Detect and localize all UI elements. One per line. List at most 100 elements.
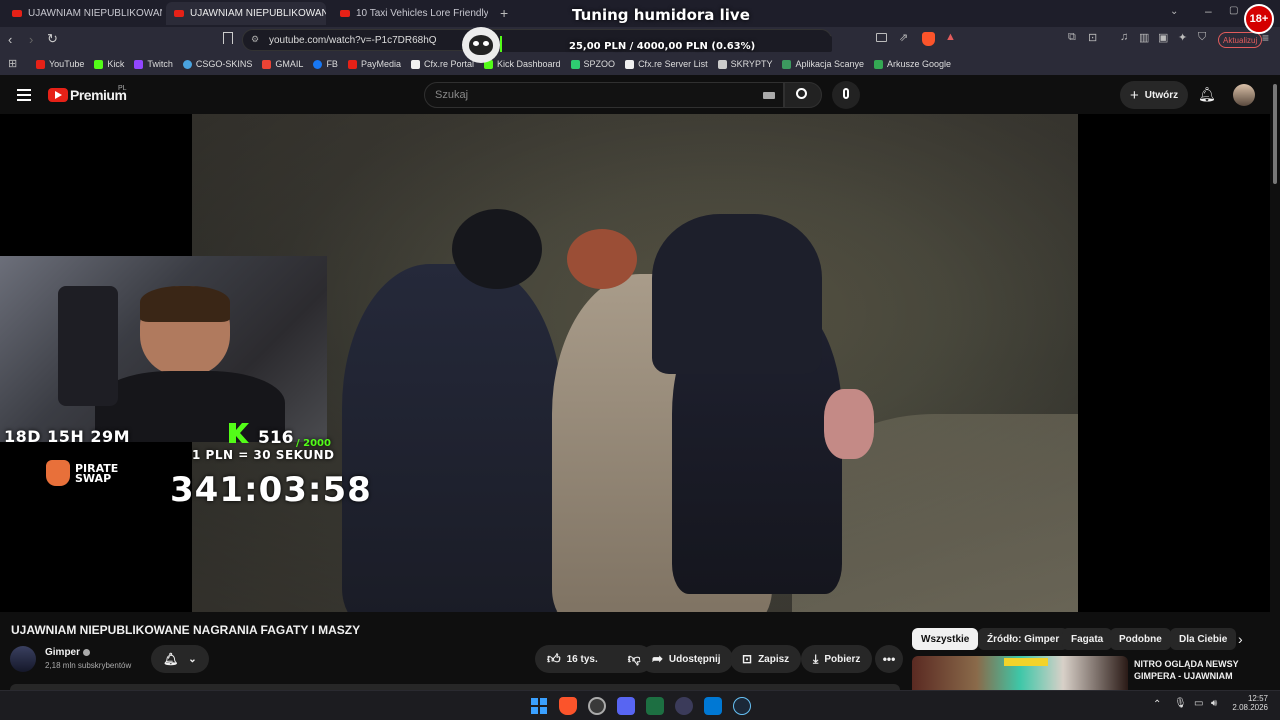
tab-label: UJAWNIAM NIEPUBLIKOWANE NAGR bbox=[28, 8, 162, 19]
stream-title: Tuning humidora live bbox=[572, 6, 750, 24]
bookmark-kick-dashboard[interactable]: Kick Dashboard bbox=[484, 59, 561, 69]
avatar[interactable] bbox=[1233, 84, 1255, 106]
share-button[interactable]: ➦ Udostępnij bbox=[640, 645, 733, 673]
sheets-icon bbox=[874, 59, 883, 69]
bookmark-cfx-server-list[interactable]: Cfx.re Server List bbox=[625, 59, 708, 69]
subathon-time-remaining: 18D 15H 29M bbox=[4, 427, 131, 446]
chevron-right-icon[interactable]: › bbox=[1238, 631, 1243, 647]
chip-fagata[interactable]: Fagata bbox=[1062, 628, 1113, 650]
page-scrollbar[interactable] bbox=[1270, 76, 1280, 690]
bookmark-spzoo[interactable]: SPZOO bbox=[570, 59, 615, 69]
music-icon[interactable]: ♫ bbox=[1120, 31, 1128, 43]
vpn-icon[interactable]: ⛉ bbox=[1198, 31, 1206, 44]
subscribed-button[interactable]: 🔔︎ ⌄ bbox=[151, 645, 209, 673]
recommended-video-thumbnail[interactable] bbox=[912, 656, 1128, 690]
monkey-logo-icon bbox=[462, 27, 500, 63]
tray-volume-icon[interactable]: 🔊︎ bbox=[1211, 698, 1217, 709]
chip-similar[interactable]: Podobne bbox=[1110, 628, 1171, 650]
bookmark-aplikacja-scanye[interactable]: Aplikacja Scanye bbox=[782, 59, 864, 69]
discord-icon[interactable] bbox=[617, 697, 635, 715]
brave-shield-icon[interactable] bbox=[922, 32, 935, 46]
search-button[interactable] bbox=[784, 82, 822, 108]
chrome-icon[interactable] bbox=[588, 697, 606, 715]
cast-icon[interactable] bbox=[876, 33, 887, 42]
chip-source-gimper[interactable]: Źródło: Gimper bbox=[978, 628, 1069, 650]
more-actions-button[interactable]: ••• bbox=[875, 645, 903, 673]
reload-icon[interactable]: ↻ bbox=[47, 31, 58, 47]
site-info-icon[interactable]: ⚙ bbox=[251, 34, 259, 45]
download-button[interactable]: ⤓ Pobierz bbox=[801, 645, 873, 673]
share-icon[interactable]: ⇗ bbox=[899, 31, 908, 44]
steam-icon[interactable] bbox=[733, 697, 751, 715]
bookmark-twitch[interactable]: Twitch bbox=[134, 59, 173, 69]
maximize-icon[interactable]: ▢ bbox=[1229, 5, 1238, 16]
back-icon[interactable]: ‹ bbox=[8, 32, 12, 47]
tab-2-active[interactable]: UJAWNIAM NIEPUBLIKOWANE N ✕ bbox=[166, 2, 326, 25]
chevron-down-icon[interactable]: ⌄ bbox=[1170, 6, 1178, 17]
minimize-icon[interactable]: – bbox=[1205, 4, 1212, 18]
clock-date: 2.08.2026 bbox=[1232, 703, 1268, 712]
bookmark-fb[interactable]: FB bbox=[313, 59, 338, 69]
taskbar-clock[interactable]: 12:57 2.08.2026 bbox=[1232, 694, 1268, 712]
excel-icon[interactable] bbox=[646, 697, 664, 715]
sidebar-icon[interactable]: ▥ bbox=[1139, 31, 1149, 44]
channel-avatar[interactable] bbox=[10, 646, 36, 672]
bookmark-gmail[interactable]: GMAIL bbox=[262, 59, 303, 69]
tray-overflow-icon[interactable]: ⌃ bbox=[1153, 699, 1161, 710]
rewards-icon[interactable]: ▲ bbox=[945, 31, 956, 43]
pirate-swap-logo-icon bbox=[46, 460, 70, 486]
notifications-bell-icon[interactable]: 🔔︎ bbox=[1198, 86, 1216, 103]
bookmark-arkusze-google[interactable]: Arkusze Google bbox=[874, 59, 951, 69]
obs-icon[interactable] bbox=[675, 697, 693, 715]
save-button[interactable]: ⊡ Zapisz bbox=[730, 645, 802, 673]
like-count[interactable]: 16 tys. bbox=[567, 654, 598, 665]
youtube-logo-icon[interactable] bbox=[48, 88, 68, 102]
like-icon[interactable]: 👍︎ bbox=[547, 651, 561, 667]
vscode-icon[interactable] bbox=[704, 697, 722, 715]
chip-for-you[interactable]: Dla Ciebie bbox=[1170, 628, 1237, 650]
leo-ai-icon[interactable]: ✦ bbox=[1178, 31, 1187, 44]
kick-icon bbox=[94, 59, 104, 69]
screenshot-icon[interactable]: ⊡ bbox=[1088, 31, 1097, 44]
voice-search-button[interactable] bbox=[832, 81, 860, 109]
verified-icon bbox=[83, 649, 90, 656]
browser-tab-bar: UJAWNIAM NIEPUBLIKOWANE NAGR UJAWNIAM NI… bbox=[0, 0, 1280, 34]
url-text[interactable]: youtube.com/watch?v=-P1c7DR68hQ bbox=[269, 35, 437, 46]
csgo-skins-icon bbox=[182, 59, 192, 69]
donation-goal-text: 25,00 PLN / 4000,00 PLN (0.63%) bbox=[569, 41, 756, 52]
extension-icon[interactable]: ⧉ bbox=[1068, 31, 1076, 44]
cfx-icon bbox=[410, 59, 420, 69]
tray-network-icon[interactable]: ▭ bbox=[1194, 698, 1203, 709]
wallet-icon[interactable]: ▣ bbox=[1158, 31, 1168, 44]
apps-grid-icon[interactable]: ⊞ bbox=[8, 57, 17, 70]
youtube-icon bbox=[174, 10, 184, 17]
channel-name[interactable]: Gimper bbox=[45, 647, 80, 658]
windows-start-icon[interactable] bbox=[530, 697, 548, 715]
recommended-video-title[interactable]: NITRO OGLĄDA NEWSY GIMPERA - UJAWNIAM bbox=[1134, 658, 1239, 682]
scrollbar-thumb[interactable] bbox=[1273, 84, 1277, 184]
tab-1[interactable]: UJAWNIAM NIEPUBLIKOWANE NAGR bbox=[4, 2, 162, 25]
tab-3[interactable]: 10 Taxi Vehicles Lore Friendly Cars GT bbox=[332, 2, 488, 25]
youtube-header: Premium PL Szukaj + Utwórz 🔔︎ bbox=[0, 76, 1270, 114]
new-tab-icon[interactable]: + bbox=[500, 5, 508, 21]
bookmark-csgo-skins[interactable]: CSGO-SKINS bbox=[182, 59, 252, 69]
bookmark-cfx-portal[interactable]: Cfx.re Portal bbox=[410, 59, 474, 69]
bookmark-kick[interactable]: Kick bbox=[94, 59, 124, 69]
bookmark-icon[interactable] bbox=[223, 32, 233, 44]
tray-microphone-icon[interactable]: 🎙︎ bbox=[1174, 698, 1187, 709]
paymedia-icon bbox=[347, 59, 357, 69]
bookmark-youtube[interactable]: YouTube bbox=[36, 59, 84, 69]
webcam-overlay bbox=[0, 256, 327, 442]
brave-browser-icon[interactable] bbox=[559, 697, 577, 715]
chip-all[interactable]: Wszystkie bbox=[912, 628, 979, 650]
hamburger-menu-icon[interactable] bbox=[17, 89, 31, 101]
keyboard-icon[interactable] bbox=[763, 92, 775, 99]
bookmark-skrypty[interactable]: SKRYPTY bbox=[717, 59, 772, 69]
twitch-icon bbox=[134, 59, 144, 69]
bookmark-paymedia[interactable]: PayMedia bbox=[347, 59, 401, 69]
forward-icon[interactable]: › bbox=[29, 32, 33, 47]
update-button[interactable]: Aktualizuj bbox=[1218, 32, 1263, 48]
search-input[interactable]: Szukaj bbox=[424, 82, 784, 108]
age-badge: 18+ bbox=[1244, 4, 1274, 34]
create-button[interactable]: + Utwórz bbox=[1120, 81, 1189, 109]
